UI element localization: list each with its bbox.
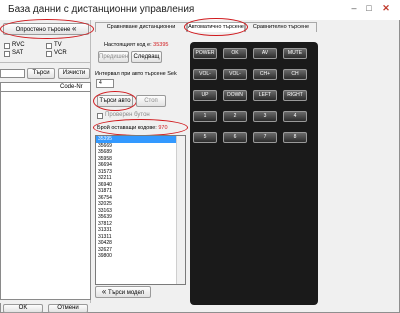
current-code-label: Настоящият код е: bbox=[104, 42, 152, 48]
checkbox-rvc[interactable] bbox=[4, 43, 10, 49]
search-button[interactable]: Търси bbox=[27, 68, 55, 79]
tab-compare-search[interactable]: Сравнително търсене bbox=[245, 22, 317, 32]
list-item[interactable]: 39800 bbox=[96, 253, 185, 260]
remote-key-5[interactable]: 5 bbox=[193, 132, 217, 143]
remote-key-ok[interactable]: OK bbox=[223, 48, 247, 59]
remote-key-up[interactable]: UP bbox=[193, 90, 217, 101]
remote-key-down[interactable]: DOWN bbox=[223, 90, 247, 101]
remote-key-power[interactable]: POWER bbox=[193, 48, 217, 59]
remote-key-7[interactable]: 7 bbox=[253, 132, 277, 143]
interval-spinner[interactable]: 4 bbox=[96, 79, 114, 88]
tab-compare-remotes[interactable]: Сравняване дистанционни bbox=[95, 22, 187, 32]
remote-key-mute[interactable]: MUTE bbox=[283, 48, 307, 59]
close-button[interactable]: ✕ bbox=[381, 3, 391, 13]
maximize-button[interactable]: □ bbox=[364, 3, 374, 13]
checkbox-tv[interactable] bbox=[46, 43, 52, 49]
cancel-button[interactable]: Отмени bbox=[48, 304, 88, 313]
stop-button[interactable]: Стоп bbox=[136, 95, 166, 107]
interval-label: Интервал при авто търсене Sek bbox=[95, 71, 177, 77]
next-button[interactable]: Следващ bbox=[131, 51, 162, 63]
tested-button-checkbox[interactable] bbox=[97, 113, 103, 119]
remote-key-vol-minus[interactable]: VOL- bbox=[223, 69, 247, 80]
remote-key-2[interactable]: 2 bbox=[223, 111, 247, 122]
clear-button[interactable]: Изчисти bbox=[58, 68, 90, 79]
current-code-value: 35395 bbox=[153, 42, 169, 48]
double-chevron-left-icon: « bbox=[101, 287, 107, 296]
remote-key-6[interactable]: 6 bbox=[223, 132, 247, 143]
remote-key-av[interactable]: AV bbox=[253, 48, 277, 59]
remote-key-right[interactable]: RIGHT bbox=[283, 90, 307, 101]
divider bbox=[0, 62, 91, 63]
remote-key-ch-minus[interactable]: CH+ bbox=[253, 69, 277, 80]
remote-key-4[interactable]: 4 bbox=[283, 111, 307, 122]
remote-key-left[interactable]: LEFT bbox=[253, 90, 277, 101]
highlight-ring bbox=[0, 19, 94, 39]
checkbox-tv-label: TV bbox=[54, 42, 62, 48]
codes-list[interactable]: 35395 35669 35689 35958 36694 31573 3221… bbox=[95, 135, 186, 285]
remote-key-3[interactable]: 3 bbox=[253, 111, 277, 122]
codes-list-scrollbar[interactable] bbox=[176, 136, 185, 284]
code-column-header[interactable]: Code-Nr bbox=[60, 84, 83, 90]
current-code-row: Настоящият код е: 35395 bbox=[104, 42, 168, 48]
checkbox-rvc-label: RVC bbox=[12, 42, 25, 48]
tested-button-label: Проверен бутон bbox=[105, 112, 150, 118]
highlight-ring bbox=[93, 91, 137, 111]
results-table[interactable] bbox=[0, 92, 91, 300]
checkbox-sat[interactable] bbox=[4, 51, 10, 57]
search-input[interactable] bbox=[0, 69, 25, 78]
search-model-button[interactable]: « Търси модел bbox=[95, 286, 151, 298]
previous-button[interactable]: Предишен bbox=[98, 51, 129, 63]
remote-control bbox=[190, 42, 318, 305]
checkbox-vcr-label: VCR bbox=[54, 50, 67, 56]
minimize-button[interactable]: – bbox=[349, 3, 359, 13]
remote-key-8[interactable]: 8 bbox=[283, 132, 307, 143]
checkbox-vcr[interactable] bbox=[46, 51, 52, 57]
remote-key-ch[interactable]: CH bbox=[283, 69, 307, 80]
remote-key-vol-minus[interactable]: VOL- bbox=[193, 69, 217, 80]
search-model-label: Търси модел bbox=[107, 290, 145, 296]
checkbox-sat-label: SAT bbox=[12, 50, 24, 56]
window-title: База данни с дистанционни управления bbox=[8, 4, 195, 15]
remote-key-1[interactable]: 1 bbox=[193, 111, 217, 122]
ok-button[interactable]: OK bbox=[3, 304, 43, 313]
highlight-ring bbox=[93, 119, 188, 136]
highlight-ring bbox=[184, 18, 248, 36]
